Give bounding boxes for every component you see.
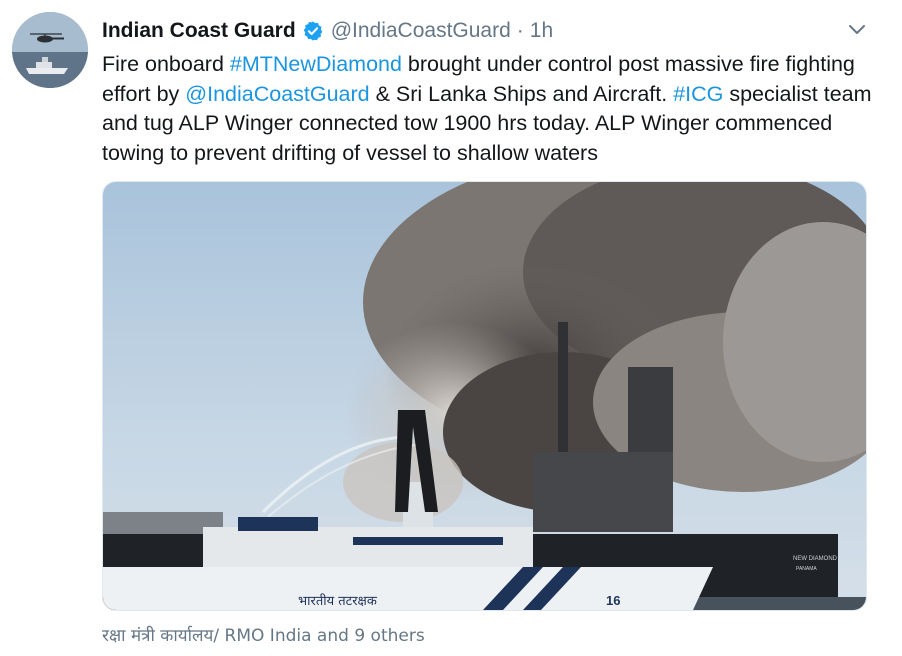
tweet-timestamp[interactable]: 1h: [530, 19, 553, 43]
tanker-port-text: PANAMA: [796, 566, 817, 572]
coast-guard-avatar-image: [12, 12, 88, 88]
header-separator: ·: [516, 19, 524, 42]
social-context[interactable]: रक्षा मंत्री कार्यालय/ RMO India and 9 o…: [102, 623, 425, 646]
tanker-name-text: NEW DIAMOND: [793, 556, 838, 562]
ship-hull-text: भारतीय तटरक्षक: [298, 593, 378, 609]
author-avatar[interactable]: [12, 12, 88, 88]
author-handle[interactable]: @IndiaCoastGuard: [331, 19, 511, 43]
burning-tanker-photo: NEW DIAMOND PANAMA भारतीय तटरक्षक 16: [103, 182, 866, 610]
tweet-text-segment: Fire onboard: [102, 52, 230, 76]
tweet-text-segment: & Sri Lanka Ships and Aircraft.: [369, 81, 674, 106]
tweet-photo[interactable]: NEW DIAMOND PANAMA भारतीय तटरक्षक 16: [102, 181, 867, 611]
author-name[interactable]: Indian Coast Guard: [102, 19, 296, 43]
tweet-link[interactable]: #ICG: [673, 82, 723, 106]
verified-badge-icon: [303, 21, 323, 41]
ship-number-text: 16: [606, 593, 620, 608]
tweet-header: Indian Coast Guard @IndiaCoastGuard · 1h: [102, 16, 553, 46]
tweet-link[interactable]: #MTNewDiamond: [230, 52, 402, 76]
tweet-link[interactable]: @IndiaCoastGuard: [185, 82, 369, 106]
tweet-text: Fire onboard #MTNewDiamond brought under…: [102, 50, 872, 168]
chevron-down-icon[interactable]: [848, 20, 866, 38]
